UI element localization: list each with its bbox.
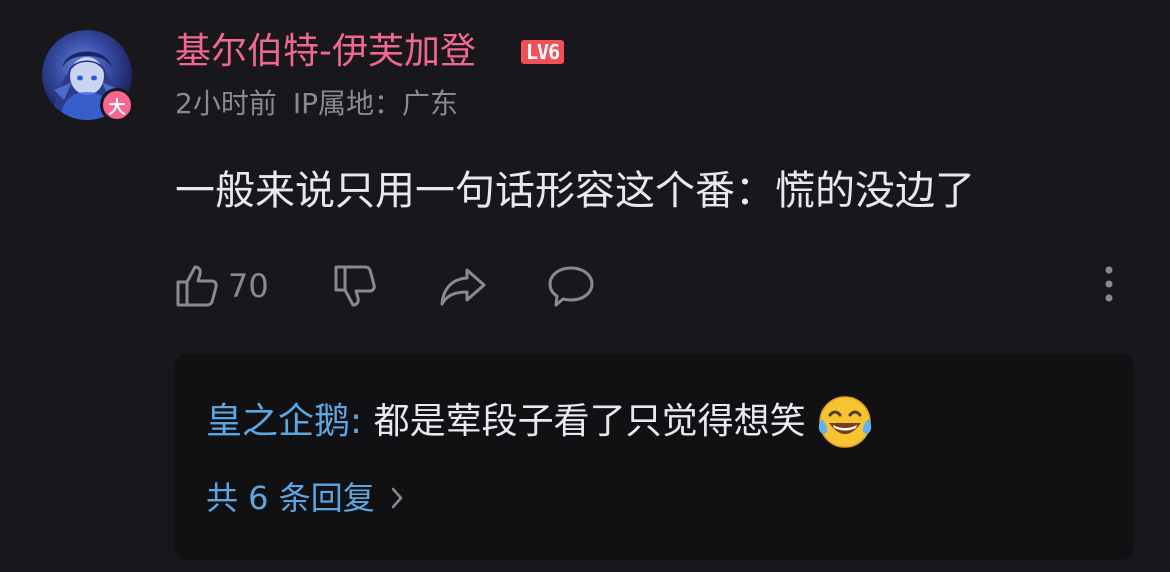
laughing-crying-emoji-icon: [816, 393, 874, 451]
comment-item: 大 基尔伯特-伊芙加登 LV6 2小时前 IP属地：广东 一般来说只用一句话形容这…: [0, 0, 1170, 572]
comment-meta: 2小时前 IP属地：广东: [175, 84, 458, 124]
reply-text: 都是荤段子看了只觉得想笑: [373, 401, 806, 442]
like-button[interactable]: 70: [174, 262, 269, 310]
comment-time: 2小时前: [175, 87, 277, 120]
chevron-right-icon: [391, 487, 402, 509]
username[interactable]: 基尔伯特-伊芙加登: [175, 28, 476, 76]
more-options-button[interactable]: [1094, 262, 1124, 310]
comment-actions: 70: [174, 262, 1134, 310]
reply-button[interactable]: [546, 262, 596, 310]
reply-separator: :: [350, 401, 374, 442]
comment-text: 一般来说只用一句话形容这个番：慌的没边了: [175, 168, 975, 214]
more-vertical-icon: [1105, 266, 1113, 302]
share-button[interactable]: [438, 262, 488, 310]
thumbs-up-icon: [176, 265, 218, 307]
comment-bubble-icon: [548, 266, 594, 307]
like-count: 70: [228, 267, 269, 305]
view-all-replies-link[interactable]: 共 6 条回复: [206, 475, 405, 521]
reply-preview[interactable]: 皇之企鹅: 都是荤段子看了只觉得想笑 共 6 条回复: [174, 353, 1134, 560]
ip-location: IP属地：广东: [292, 87, 458, 120]
thumbs-down-icon: [334, 265, 376, 307]
dislike-button[interactable]: [332, 262, 380, 310]
share-icon: [440, 268, 486, 306]
vip-badge: 大: [100, 88, 134, 122]
level-badge: LV6: [521, 40, 565, 64]
reply-count-label: 共 6 条回复: [206, 479, 375, 517]
reply-preview-item: 皇之企鹅: 都是荤段子看了只觉得想笑: [206, 393, 874, 451]
reply-username[interactable]: 皇之企鹅: [206, 397, 350, 447]
